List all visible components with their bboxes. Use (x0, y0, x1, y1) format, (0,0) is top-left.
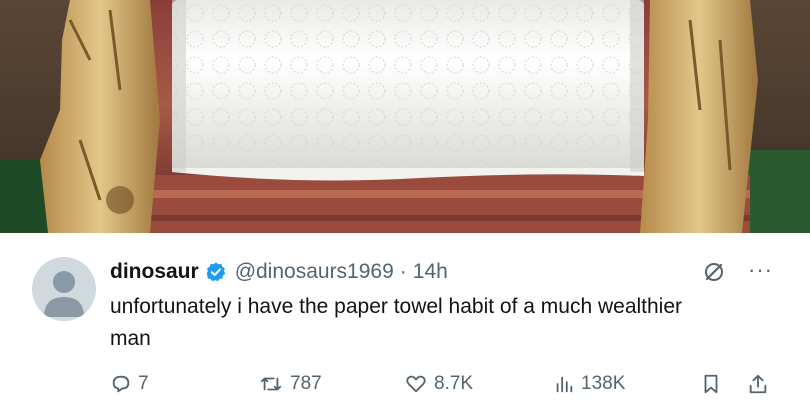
retweet-icon (260, 377, 282, 391)
views-chart-icon (556, 376, 573, 393)
default-avatar-icon (44, 271, 84, 317)
verified-badge-icon[interactable] (205, 261, 227, 283)
display-name[interactable]: dinosaur (110, 260, 199, 284)
views-count: 138K (581, 373, 626, 394)
user-handle[interactable]: @dinosaurs1969 (235, 260, 394, 284)
heart-icon (406, 375, 426, 393)
reply-count: 7 (138, 373, 149, 394)
reply-icon (112, 375, 130, 393)
like-count: 8.7K (434, 373, 474, 394)
bookmark-button[interactable] (700, 373, 728, 395)
bookmark-icon (704, 374, 718, 394)
tweet-actions: 7 787 8.7K 138K (0, 373, 810, 403)
like-button[interactable]: 8.7K (404, 373, 473, 395)
tweet-header: dinosaur @dinosaurs1969 · 14h (110, 257, 448, 287)
tweet-timestamp[interactable]: 14h (413, 260, 448, 284)
separator-dot: · (399, 260, 407, 283)
grok-icon[interactable] (702, 260, 726, 289)
views-button[interactable]: 138K (553, 373, 625, 395)
tweet-text: unfortunately i have the paper towel hab… (110, 295, 683, 350)
paper-towel-holder-image (0, 0, 810, 233)
share-icon (749, 374, 767, 394)
tweet-card[interactable]: dinosaur @dinosaurs1969 · 14h ··· unfort… (0, 233, 810, 400)
more-options-icon[interactable]: ··· (748, 257, 773, 283)
avatar[interactable] (32, 257, 96, 321)
tweet-photo[interactable] (0, 0, 810, 233)
retweet-button[interactable]: 787 (258, 373, 322, 395)
share-button[interactable] (746, 373, 776, 395)
retweet-count: 787 (290, 373, 322, 394)
reply-button[interactable]: 7 (110, 373, 149, 395)
